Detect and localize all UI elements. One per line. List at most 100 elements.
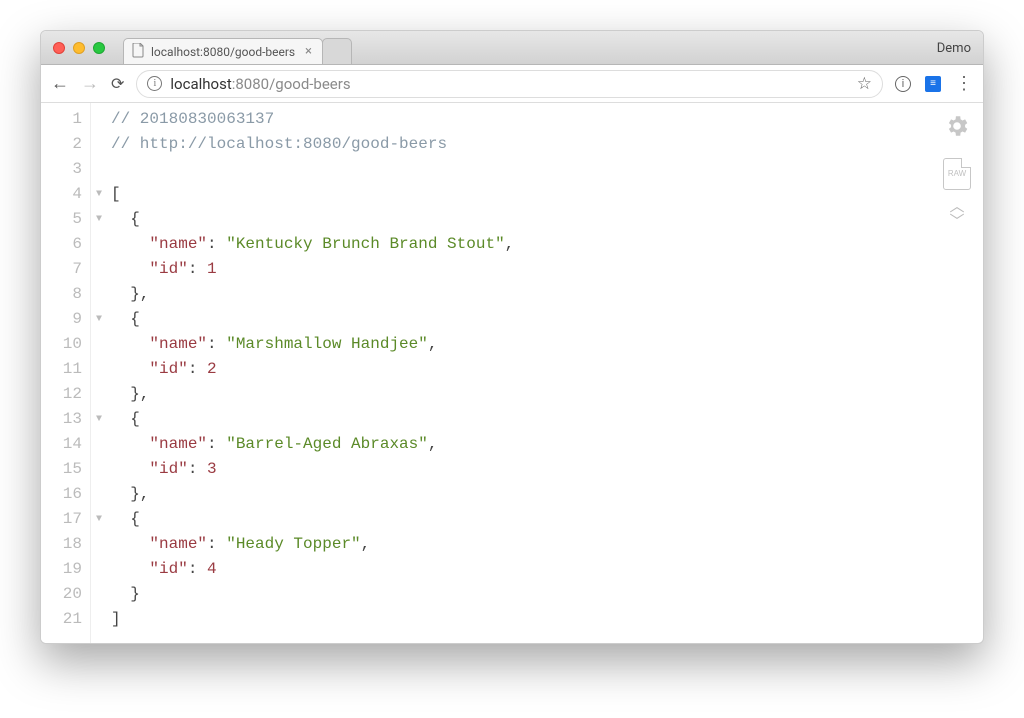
line-number: 6 bbox=[41, 232, 82, 257]
line-number: 12 bbox=[41, 382, 82, 407]
fold-marker[interactable]: ▼ bbox=[91, 207, 107, 232]
code-line: "name": "Kentucky Brunch Brand Stout", bbox=[111, 232, 983, 257]
url-host: localhost bbox=[170, 75, 231, 93]
code-line bbox=[111, 157, 983, 182]
raw-label: RAW bbox=[948, 161, 966, 186]
code-line: ] bbox=[111, 607, 983, 632]
line-number: 3 bbox=[41, 157, 82, 182]
code-line: "name": "Barrel-Aged Abraxas", bbox=[111, 432, 983, 457]
line-number: 19 bbox=[41, 557, 82, 582]
page-info-icon[interactable]: i bbox=[895, 76, 911, 92]
url-port: :8080 bbox=[232, 75, 269, 93]
line-number: 17 bbox=[41, 507, 82, 532]
line-number: 11 bbox=[41, 357, 82, 382]
forward-button[interactable]: → bbox=[81, 73, 99, 94]
fold-marker bbox=[91, 107, 107, 132]
reload-button[interactable]: ⟳ bbox=[111, 74, 124, 93]
fold-marker bbox=[91, 532, 107, 557]
fold-marker bbox=[91, 132, 107, 157]
line-number: 20 bbox=[41, 582, 82, 607]
back-button[interactable]: ← bbox=[51, 73, 69, 94]
bookmark-icon[interactable]: ☆ bbox=[857, 74, 872, 94]
line-number: 14 bbox=[41, 432, 82, 457]
url-text: localhost:8080/good-beers bbox=[170, 75, 848, 93]
code-line: { bbox=[111, 407, 983, 432]
document-icon bbox=[132, 43, 145, 61]
line-number-gutter: 123456789101112131415161718192021 bbox=[41, 103, 91, 643]
toolbar-right: i ≡ ⋮ bbox=[895, 73, 973, 94]
site-info-icon[interactable]: i bbox=[147, 76, 162, 91]
line-number: 9 bbox=[41, 307, 82, 332]
fold-marker bbox=[91, 607, 107, 632]
side-tools: RAW ︿ ﹀ bbox=[943, 113, 971, 230]
fold-marker[interactable]: ▼ bbox=[91, 507, 107, 532]
line-number: 8 bbox=[41, 282, 82, 307]
fold-marker bbox=[91, 582, 107, 607]
code-line: }, bbox=[111, 382, 983, 407]
fold-marker bbox=[91, 282, 107, 307]
code-line: // 20180830063137 bbox=[111, 107, 983, 132]
line-number: 16 bbox=[41, 482, 82, 507]
browser-window: localhost:8080/good-beers × Demo ← → ⟳ i… bbox=[40, 30, 984, 644]
fold-marker bbox=[91, 557, 107, 582]
line-number: 10 bbox=[41, 332, 82, 357]
code-line: } bbox=[111, 582, 983, 607]
fold-marker[interactable]: ▼ bbox=[91, 407, 107, 432]
chevron-down-icon[interactable]: ﹀ bbox=[949, 215, 964, 230]
code-line: "id": 3 bbox=[111, 457, 983, 482]
code-line: // http://localhost:8080/good-beers bbox=[111, 132, 983, 157]
code-line: "name": "Marshmallow Handjee", bbox=[111, 332, 983, 357]
fold-marker bbox=[91, 482, 107, 507]
profile-label[interactable]: Demo bbox=[937, 31, 971, 65]
code-line: "name": "Heady Topper", bbox=[111, 532, 983, 557]
fold-marker[interactable]: ▼ bbox=[91, 307, 107, 332]
code-line: "id": 2 bbox=[111, 357, 983, 382]
code-line: { bbox=[111, 207, 983, 232]
toolbar: ← → ⟳ i localhost:8080/good-beers ☆ i ≡ … bbox=[41, 65, 983, 103]
fold-marker bbox=[91, 357, 107, 382]
titlebar: localhost:8080/good-beers × Demo bbox=[41, 31, 983, 65]
overflow-menu-icon[interactable]: ⋮ bbox=[955, 73, 973, 94]
chevrons: ︿ ﹀ bbox=[949, 200, 964, 230]
url-path: /good-beers bbox=[269, 75, 350, 93]
address-bar[interactable]: i localhost:8080/good-beers ☆ bbox=[136, 70, 883, 98]
gear-icon[interactable] bbox=[944, 113, 970, 148]
minimize-window-button[interactable] bbox=[73, 42, 85, 54]
line-number: 1 bbox=[41, 107, 82, 132]
extension-icon[interactable]: ≡ bbox=[925, 76, 941, 92]
code-line: { bbox=[111, 307, 983, 332]
fold-marker bbox=[91, 332, 107, 357]
fold-marker bbox=[91, 232, 107, 257]
raw-icon[interactable]: RAW bbox=[943, 158, 971, 190]
fold-marker bbox=[91, 457, 107, 482]
code-line: }, bbox=[111, 282, 983, 307]
code-line: "id": 1 bbox=[111, 257, 983, 282]
line-number: 15 bbox=[41, 457, 82, 482]
chevron-up-icon[interactable]: ︿ bbox=[949, 200, 964, 215]
line-number: 2 bbox=[41, 132, 82, 157]
code-line: }, bbox=[111, 482, 983, 507]
fold-marker bbox=[91, 382, 107, 407]
close-tab-icon[interactable]: × bbox=[305, 44, 312, 59]
code-area[interactable]: // 20180830063137// http://localhost:808… bbox=[107, 103, 983, 643]
browser-tab[interactable]: localhost:8080/good-beers × bbox=[123, 38, 323, 64]
line-number: 13 bbox=[41, 407, 82, 432]
traffic-lights bbox=[41, 42, 105, 54]
line-number: 7 bbox=[41, 257, 82, 282]
fold-marker bbox=[91, 257, 107, 282]
fold-marker[interactable]: ▼ bbox=[91, 182, 107, 207]
line-number: 5 bbox=[41, 207, 82, 232]
close-window-button[interactable] bbox=[53, 42, 65, 54]
code-line: { bbox=[111, 507, 983, 532]
new-tab-button[interactable] bbox=[322, 38, 352, 64]
fold-marker bbox=[91, 157, 107, 182]
code-line: "id": 4 bbox=[111, 557, 983, 582]
json-viewer: 123456789101112131415161718192021 ▼▼▼▼▼ … bbox=[41, 103, 983, 643]
line-number: 21 bbox=[41, 607, 82, 632]
line-number: 4 bbox=[41, 182, 82, 207]
tab-title: localhost:8080/good-beers bbox=[151, 45, 295, 59]
fold-marker bbox=[91, 432, 107, 457]
code-line: [ bbox=[111, 182, 983, 207]
fold-gutter: ▼▼▼▼▼ bbox=[91, 103, 107, 643]
maximize-window-button[interactable] bbox=[93, 42, 105, 54]
